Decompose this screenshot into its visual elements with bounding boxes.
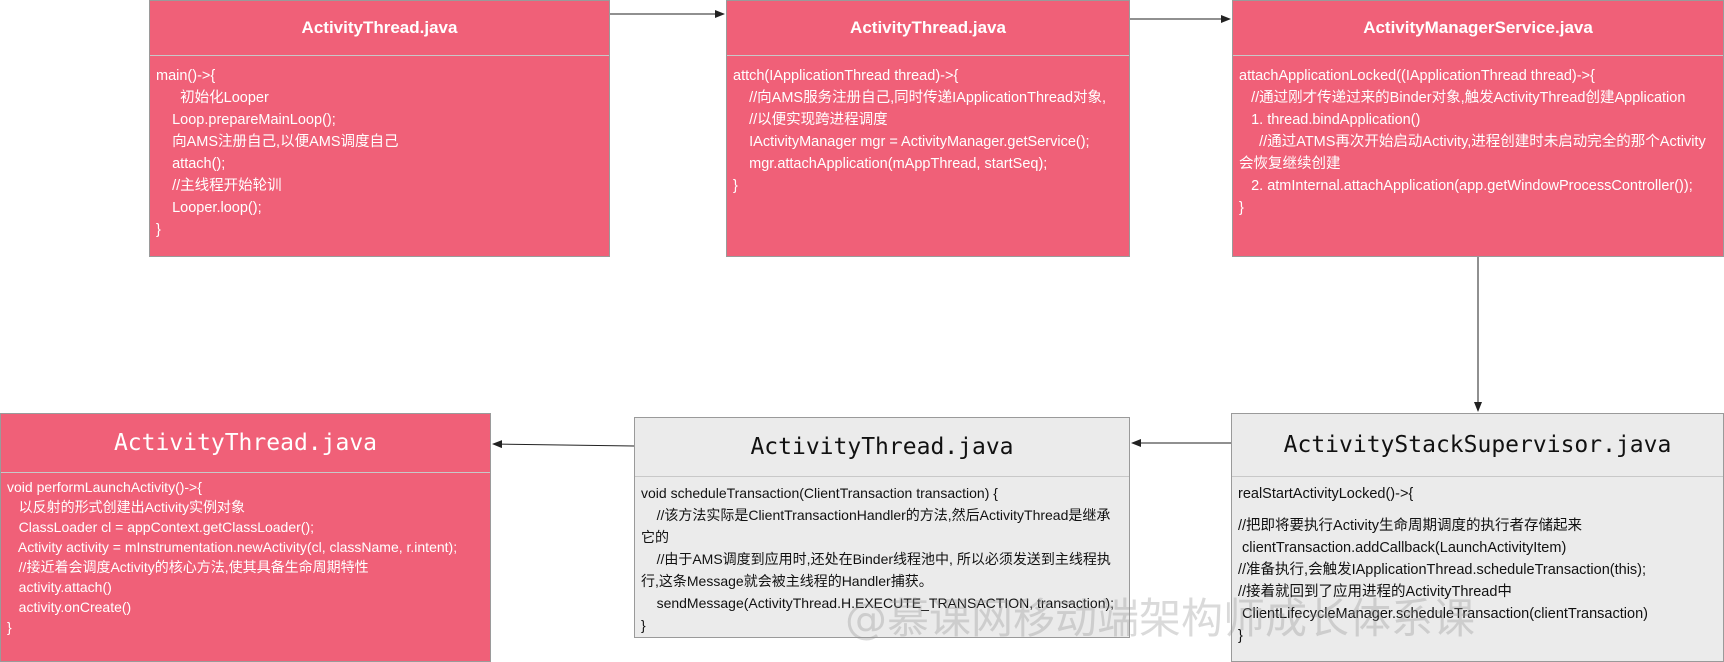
code-line: realStartActivityLocked()->{ (1238, 486, 1414, 502)
code-line: //接着就回到了应用进程的ActivityThread中 (1238, 584, 1512, 600)
code-line: void performLaunchActivity()->{ (7, 479, 202, 495)
code-line: 2. atmInternal.attachApplication(app.get… (1239, 178, 1693, 194)
box-body: attch(IApplicationThread thread)->{ //向A… (727, 56, 1129, 197)
activitythread-performlaunch-box: ActivityThread.java void performLaunchAc… (0, 413, 491, 662)
code-line: Looper.loop(); (156, 200, 262, 216)
code-line: } (1238, 628, 1243, 644)
arrow-schedule-to-performlaunch (492, 440, 635, 449)
code-line: ClassLoader cl = appContext.getClassLoad… (7, 519, 314, 535)
box-title: ActivityManagerService.java (1233, 1, 1723, 56)
code-line: activity.onCreate() (7, 599, 132, 615)
code-line: } (641, 617, 646, 633)
code-line: //该方法实际是ClientTransactionHandler的方法,然后Ac… (641, 507, 1111, 545)
code-line: attch(IApplicationThread thread)->{ (733, 68, 959, 84)
code-line: 1. thread.bindApplication() (1239, 112, 1421, 128)
code-line: void scheduleTransaction(ClientTransacti… (641, 485, 998, 501)
code-line: main()->{ (156, 68, 216, 84)
code-line: activity.attach() (7, 579, 112, 595)
code-line: //准备执行,会触发IApplicationThread.scheduleTra… (1238, 562, 1647, 578)
code-line: Activity activity = mInstrumentation.new… (7, 539, 458, 555)
box-title: ActivityStackSupervisor.java (1232, 414, 1723, 477)
box-title: ActivityThread.java (150, 1, 609, 56)
code-line: //主线程开始轮训 (156, 178, 282, 194)
code-line: } (733, 178, 738, 194)
code-line: //通过刚才传递过来的Binder对象,触发ActivityThread创建Ap… (1239, 90, 1686, 106)
activitymanagerservice-box: ActivityManagerService.java attachApplic… (1232, 0, 1724, 257)
box-body: main()->{ 初始化Looper Loop.prepareMainLoop… (150, 56, 609, 241)
box-title: ActivityThread.java (1, 414, 490, 473)
box-body: realStartActivityLocked()->{ //把即将要执行Act… (1232, 477, 1723, 647)
code-line: //接近着会调度Activity的核心方法,使其具备生命周期特性 (7, 559, 369, 575)
code-line: } (7, 619, 12, 635)
activitythread-attach-box: ActivityThread.java attch(IApplicationTh… (726, 0, 1130, 257)
code-line: sendMessage(ActivityThread.H.EXECUTE_TRA… (641, 595, 1115, 611)
code-line: //向AMS服务注册自己,同时传递IApplicationThread对象, (733, 90, 1107, 106)
code-line: //把即将要执行Activity生命周期调度的执行者存储起来 (1238, 518, 1582, 534)
code-line: //通过ATMS再次开始启动Activity,进程创建时未启动完全的那个Acti… (1239, 134, 1706, 172)
code-line: 向AMS注册自己,以便AMS调度自己 (156, 134, 399, 150)
code-line: //由于AMS调度到应用时,还处在Binder线程池中, 所以必须发送到主线程执… (641, 551, 1111, 589)
code-line: attach(); (156, 156, 226, 172)
box-body: void performLaunchActivity()->{ 以反射的形式创建… (1, 473, 490, 637)
activitythread-scheduletransaction-box: ActivityThread.java void scheduleTransac… (634, 417, 1130, 638)
code-line: 以反射的形式创建出Activity实例对象 (7, 499, 246, 515)
code-line: 初始化Looper (156, 90, 269, 106)
activitystacksupervisor-box: ActivityStackSupervisor.java realStartAc… (1231, 413, 1724, 662)
code-line: ClientLifecycleManager.scheduleTransacti… (1238, 606, 1648, 622)
box-body: attachApplicationLocked((IApplicationThr… (1233, 56, 1723, 219)
code-line: //以便实现跨进程调度 (733, 112, 888, 128)
box-title: ActivityThread.java (635, 418, 1129, 477)
code-line: attachApplicationLocked((IApplicationThr… (1239, 68, 1595, 84)
code-line: clientTransaction.addCallback(LaunchActi… (1238, 540, 1567, 556)
code-line: mgr.attachApplication(mAppThread, startS… (733, 156, 1048, 172)
code-line: } (1239, 200, 1244, 216)
code-line: Loop.prepareMainLoop(); (156, 112, 336, 128)
box-title: ActivityThread.java (727, 1, 1129, 56)
activitythread-main-box: ActivityThread.java main()->{ 初始化Looper … (149, 0, 610, 257)
code-line: IActivityManager mgr = ActivityManager.g… (733, 134, 1090, 150)
code-line: } (156, 222, 161, 238)
box-body: void scheduleTransaction(ClientTransacti… (635, 477, 1129, 636)
